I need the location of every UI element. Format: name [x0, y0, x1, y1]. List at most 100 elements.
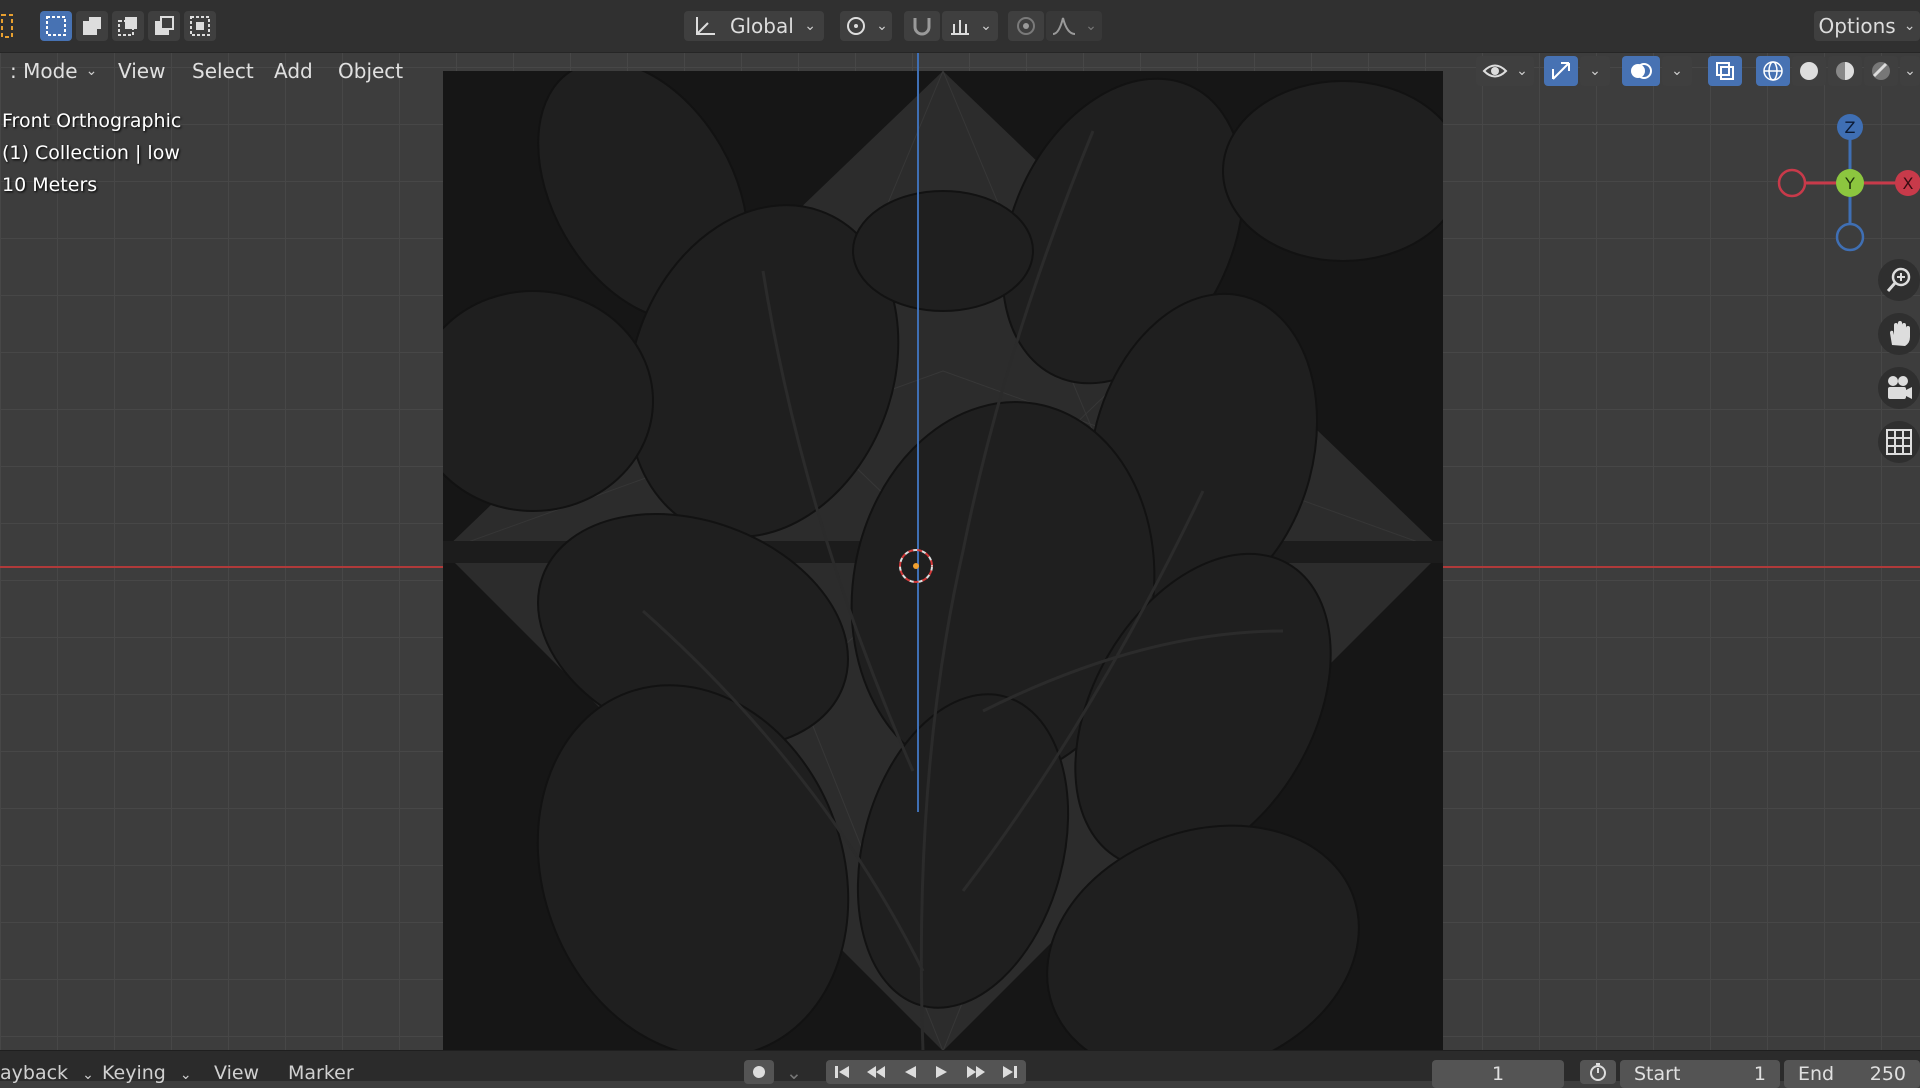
- 3d-cursor-icon[interactable]: [898, 548, 934, 584]
- falloff-curve-icon: [1052, 17, 1076, 35]
- play-icon[interactable]: [934, 1064, 950, 1080]
- gizmo-y-label: Y: [1844, 174, 1855, 193]
- gizmo-negative-x[interactable]: [1777, 168, 1807, 198]
- preview-range-toggle[interactable]: [1580, 1060, 1616, 1084]
- visibility-dropdown[interactable]: ⌄: [1476, 56, 1534, 86]
- xray-toggle[interactable]: [1708, 56, 1742, 86]
- proportional-falloff-dropdown[interactable]: ⌄: [1046, 11, 1102, 41]
- mode-dropdown[interactable]: : Mode ⌄: [0, 54, 107, 88]
- mode-label: : Mode: [10, 59, 78, 83]
- gizmo-dropdown[interactable]: ⌄: [1580, 56, 1610, 86]
- chevron-down-icon: ⌄: [876, 18, 888, 34]
- collection-info-label: (1) Collection | low: [2, 142, 180, 164]
- chevron-down-icon: ⌄: [1589, 63, 1601, 79]
- select-extend-icon[interactable]: [76, 11, 108, 41]
- wireframe-sphere-icon: [1763, 61, 1783, 81]
- chevron-down-icon[interactable]: ⌄: [786, 1062, 802, 1084]
- xray-icon: [1716, 62, 1734, 80]
- jump-start-icon[interactable]: [834, 1064, 850, 1080]
- jump-end-icon[interactable]: [1002, 1064, 1018, 1080]
- timeline-menu-marker[interactable]: Marker: [288, 1062, 354, 1084]
- shading-rendered-button[interactable]: [1864, 56, 1898, 86]
- gizmo-icon: [1552, 62, 1570, 80]
- menu-add[interactable]: Add: [264, 54, 323, 88]
- header-toolbar: Global ⌄ ⌄ ⌄ ⌄ Options ⌄: [0, 0, 1920, 53]
- material-sphere-icon: [1836, 62, 1854, 80]
- snap-toggle[interactable]: [904, 11, 940, 41]
- perspective-toggle-tool[interactable]: [1878, 421, 1920, 463]
- navigation-gizmo[interactable]: Z X Y: [1770, 110, 1920, 260]
- chevron-down-icon: ⌄: [179, 1067, 192, 1083]
- jump-keyframe-back-icon[interactable]: [866, 1064, 886, 1080]
- transform-orientation-label: Global: [730, 14, 794, 38]
- proportional-editing-toggle[interactable]: [1008, 11, 1044, 41]
- auto-keying-toggle[interactable]: [744, 1060, 774, 1084]
- gizmo-x-label: X: [1903, 174, 1914, 193]
- chevron-down-icon: ⌄: [804, 18, 816, 34]
- record-icon: [753, 1066, 765, 1078]
- gizmo-toggle[interactable]: [1544, 56, 1578, 86]
- zoom-tool[interactable]: [1878, 259, 1920, 301]
- menu-object[interactable]: Object: [328, 54, 413, 88]
- select-box-new-icon[interactable]: [40, 11, 72, 41]
- view-name-label: Front Orthographic: [2, 110, 182, 132]
- options-label: Options: [1818, 14, 1896, 38]
- current-frame-field[interactable]: 1: [1432, 1060, 1564, 1088]
- pivot-icon: [847, 17, 866, 35]
- jump-keyframe-forward-icon[interactable]: [966, 1064, 986, 1080]
- start-frame-field[interactable]: Start 1: [1620, 1060, 1780, 1088]
- keying-label: Keying: [102, 1062, 166, 1084]
- gizmo-z-label: Z: [1845, 118, 1856, 137]
- scale-label: 10 Meters: [2, 174, 98, 196]
- z-axis-line: [917, 52, 919, 812]
- chevron-down-icon: ⌄: [82, 1067, 94, 1083]
- menu-view[interactable]: View: [108, 54, 175, 88]
- start-label: Start: [1634, 1063, 1681, 1085]
- chevron-down-icon: ⌄: [1903, 18, 1916, 34]
- snap-target-dropdown[interactable]: ⌄: [942, 11, 998, 41]
- end-frame-field[interactable]: End 250: [1784, 1060, 1920, 1088]
- playback-dropdown[interactable]: ayback ⌄: [0, 1062, 94, 1084]
- playback-label: ayback: [0, 1062, 69, 1084]
- overlays-icon: [1631, 63, 1652, 79]
- proportional-editing-icon: [1017, 17, 1035, 35]
- snap-increment-icon: [951, 20, 970, 35]
- camera-view-tool[interactable]: [1878, 367, 1920, 409]
- shading-solid-button[interactable]: [1792, 56, 1826, 86]
- menu-select[interactable]: Select: [182, 54, 264, 88]
- chevron-down-icon: ⌄: [1516, 63, 1528, 79]
- select-difference-icon[interactable]: [148, 11, 180, 41]
- stopwatch-icon: [1590, 1063, 1606, 1081]
- pan-tool[interactable]: [1878, 313, 1920, 355]
- select-subtract-icon[interactable]: [112, 11, 144, 41]
- grid-icon: [1886, 429, 1912, 455]
- zoom-icon: [1886, 267, 1911, 292]
- object-mode-icon[interactable]: [0, 11, 16, 41]
- select-intersect-icon[interactable]: [184, 11, 216, 41]
- magnet-icon: [913, 18, 931, 36]
- playback-controls: [826, 1060, 1026, 1084]
- chevron-down-icon: ⌄: [980, 18, 992, 34]
- solid-sphere-icon: [1800, 62, 1818, 80]
- keying-dropdown[interactable]: Keying ⌄: [102, 1062, 192, 1084]
- timeline-menu-view[interactable]: View: [214, 1062, 259, 1084]
- image-plane[interactable]: [443, 71, 1443, 1051]
- overlays-dropdown[interactable]: ⌄: [1662, 56, 1692, 86]
- overlays-toggle[interactable]: [1622, 56, 1660, 86]
- chevron-down-icon: ⌄: [1085, 18, 1097, 34]
- end-value: 250: [1869, 1063, 1906, 1085]
- camera-icon: [1888, 376, 1912, 399]
- play-reverse-icon[interactable]: [902, 1064, 918, 1080]
- options-dropdown[interactable]: Options ⌄: [1814, 11, 1920, 41]
- shading-wireframe-button[interactable]: [1756, 56, 1790, 86]
- chevron-down-icon: ⌄: [1671, 63, 1683, 79]
- gizmo-negative-z[interactable]: [1835, 222, 1865, 252]
- orientation-axes-icon: [696, 17, 715, 35]
- chevron-down-icon: ⌄: [1904, 63, 1916, 79]
- pivot-point-dropdown[interactable]: ⌄: [840, 11, 892, 41]
- transform-orientation-dropdown[interactable]: Global ⌄: [684, 11, 824, 41]
- shading-dropdown[interactable]: ⌄: [1900, 56, 1920, 86]
- start-value: 1: [1753, 1063, 1766, 1085]
- shading-material-button[interactable]: [1828, 56, 1862, 86]
- eye-icon: [1482, 64, 1508, 78]
